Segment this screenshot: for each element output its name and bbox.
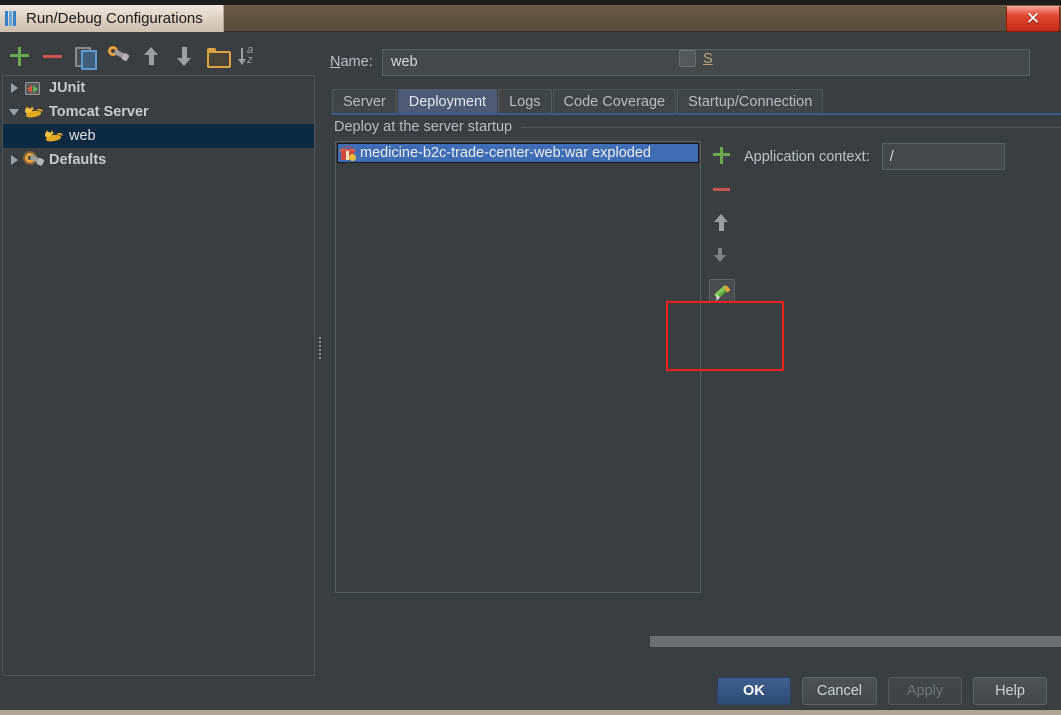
tab-label: Logs	[509, 93, 541, 110]
chevron-right-icon[interactable]	[7, 152, 23, 168]
create-folder-button[interactable]	[206, 45, 231, 68]
tree-item-label: web	[69, 128, 96, 144]
tab-label: Startup/Connection	[688, 93, 813, 110]
tab-server[interactable]: Server	[332, 89, 397, 113]
sort-configurations-button[interactable]: az	[238, 45, 261, 67]
share-label[interactable]: S	[703, 51, 713, 67]
dialog-body: az JUnit Tomcat Server web Defaults Name…	[0, 33, 1061, 715]
window-title-area: Run/Debug Configurations	[0, 5, 224, 32]
tree-item-defaults[interactable]: Defaults	[3, 148, 314, 172]
artifact-label: medicine-b2c-trade-center-web:war explod…	[360, 145, 651, 161]
apply-button-label: Apply	[906, 683, 944, 699]
chevron-right-icon[interactable]	[7, 80, 23, 96]
deploy-group-header: Deploy at the server startup	[334, 119, 1061, 135]
run-debug-configurations-dialog: Run/Debug Configurations ✕ az JUnit Tomc…	[0, 0, 1061, 715]
remove-artifact-button[interactable]	[709, 177, 735, 201]
tab-code-coverage[interactable]: Code Coverage	[552, 89, 677, 113]
horizontal-scrollbar-thumb[interactable]	[650, 636, 1061, 647]
help-button[interactable]: Help	[973, 677, 1047, 705]
add-artifact-button[interactable]	[709, 143, 735, 167]
title-bar: Run/Debug Configurations ✕	[0, 5, 1061, 32]
tab-label: Deployment	[408, 93, 487, 110]
window-title: Run/Debug Configurations	[26, 10, 203, 27]
group-separator-line	[521, 126, 1061, 128]
application-context-row: Application context:	[744, 143, 1005, 170]
configurations-tree[interactable]: JUnit Tomcat Server web Defaults	[2, 75, 315, 676]
dialog-button-bar: OK Cancel Apply Help	[0, 666, 1061, 715]
window-bottom-edge	[0, 710, 1061, 715]
tree-item-web[interactable]: web	[3, 124, 314, 148]
deploy-group-label: Deploy at the server startup	[334, 119, 513, 135]
tab-label: Code Coverage	[563, 93, 666, 110]
cancel-button[interactable]: Cancel	[801, 677, 877, 705]
edit-artifact-button[interactable]	[709, 279, 735, 303]
artifact-actions-toolbar	[707, 141, 737, 593]
add-configuration-button[interactable]	[8, 45, 30, 67]
intellij-icon	[5, 11, 17, 26]
configuration-editor-panel: Name: Server Deployment Logs Code Covera…	[324, 33, 1061, 683]
move-up-button[interactable]	[140, 45, 162, 67]
deployment-artifact-list[interactable]: medicine-b2c-trade-center-web:war explod…	[335, 141, 701, 593]
move-artifact-up-button[interactable]	[709, 211, 735, 235]
tree-item-label: Tomcat Server	[49, 104, 149, 120]
ok-button-label: OK	[742, 683, 765, 699]
junit-icon	[25, 80, 43, 96]
tree-item-junit[interactable]: JUnit	[3, 76, 314, 100]
remove-configuration-button[interactable]	[41, 45, 63, 67]
ok-button[interactable]: OK	[716, 677, 791, 705]
help-button-label: Help	[995, 683, 1025, 699]
cancel-button-label: Cancel	[816, 683, 862, 699]
move-down-button[interactable]	[173, 45, 195, 67]
configurations-toolbar: az	[0, 39, 318, 73]
tab-deployment[interactable]: Deployment	[397, 89, 498, 113]
tree-item-label: Defaults	[49, 152, 107, 168]
tree-item-tomcat-server[interactable]: Tomcat Server	[3, 100, 314, 124]
apply-button: Apply	[888, 677, 962, 705]
share-checkbox-row: S	[679, 50, 713, 67]
tab-label: Server	[343, 93, 386, 110]
tab-active-underline	[332, 113, 1061, 115]
splitter-grip-icon[interactable]	[317, 337, 322, 361]
list-item[interactable]: medicine-b2c-trade-center-web:war explod…	[337, 143, 699, 163]
tab-startup-connection[interactable]: Startup/Connection	[677, 89, 824, 113]
tree-item-label: JUnit	[49, 80, 86, 96]
tomcat-icon	[25, 104, 44, 120]
close-window-button[interactable]: ✕	[1006, 6, 1060, 32]
tomcat-icon	[45, 128, 64, 144]
defaults-icon	[25, 152, 43, 168]
tab-logs[interactable]: Logs	[498, 89, 552, 113]
application-context-input[interactable]	[881, 143, 1005, 170]
edit-defaults-button[interactable]	[107, 45, 129, 67]
configuration-tabs: Server Deployment Logs Code Coverage Sta…	[332, 89, 824, 113]
artifact-icon	[340, 145, 356, 161]
panel-splitter[interactable]	[316, 75, 324, 676]
application-context-label: Application context:	[744, 148, 870, 165]
move-artifact-down-button[interactable]	[709, 245, 735, 269]
close-icon: ✕	[1025, 9, 1041, 28]
name-label: Name:	[330, 54, 373, 70]
chevron-down-icon[interactable]	[7, 104, 23, 120]
share-checkbox[interactable]	[679, 50, 696, 67]
copy-configuration-button[interactable]	[74, 45, 97, 70]
